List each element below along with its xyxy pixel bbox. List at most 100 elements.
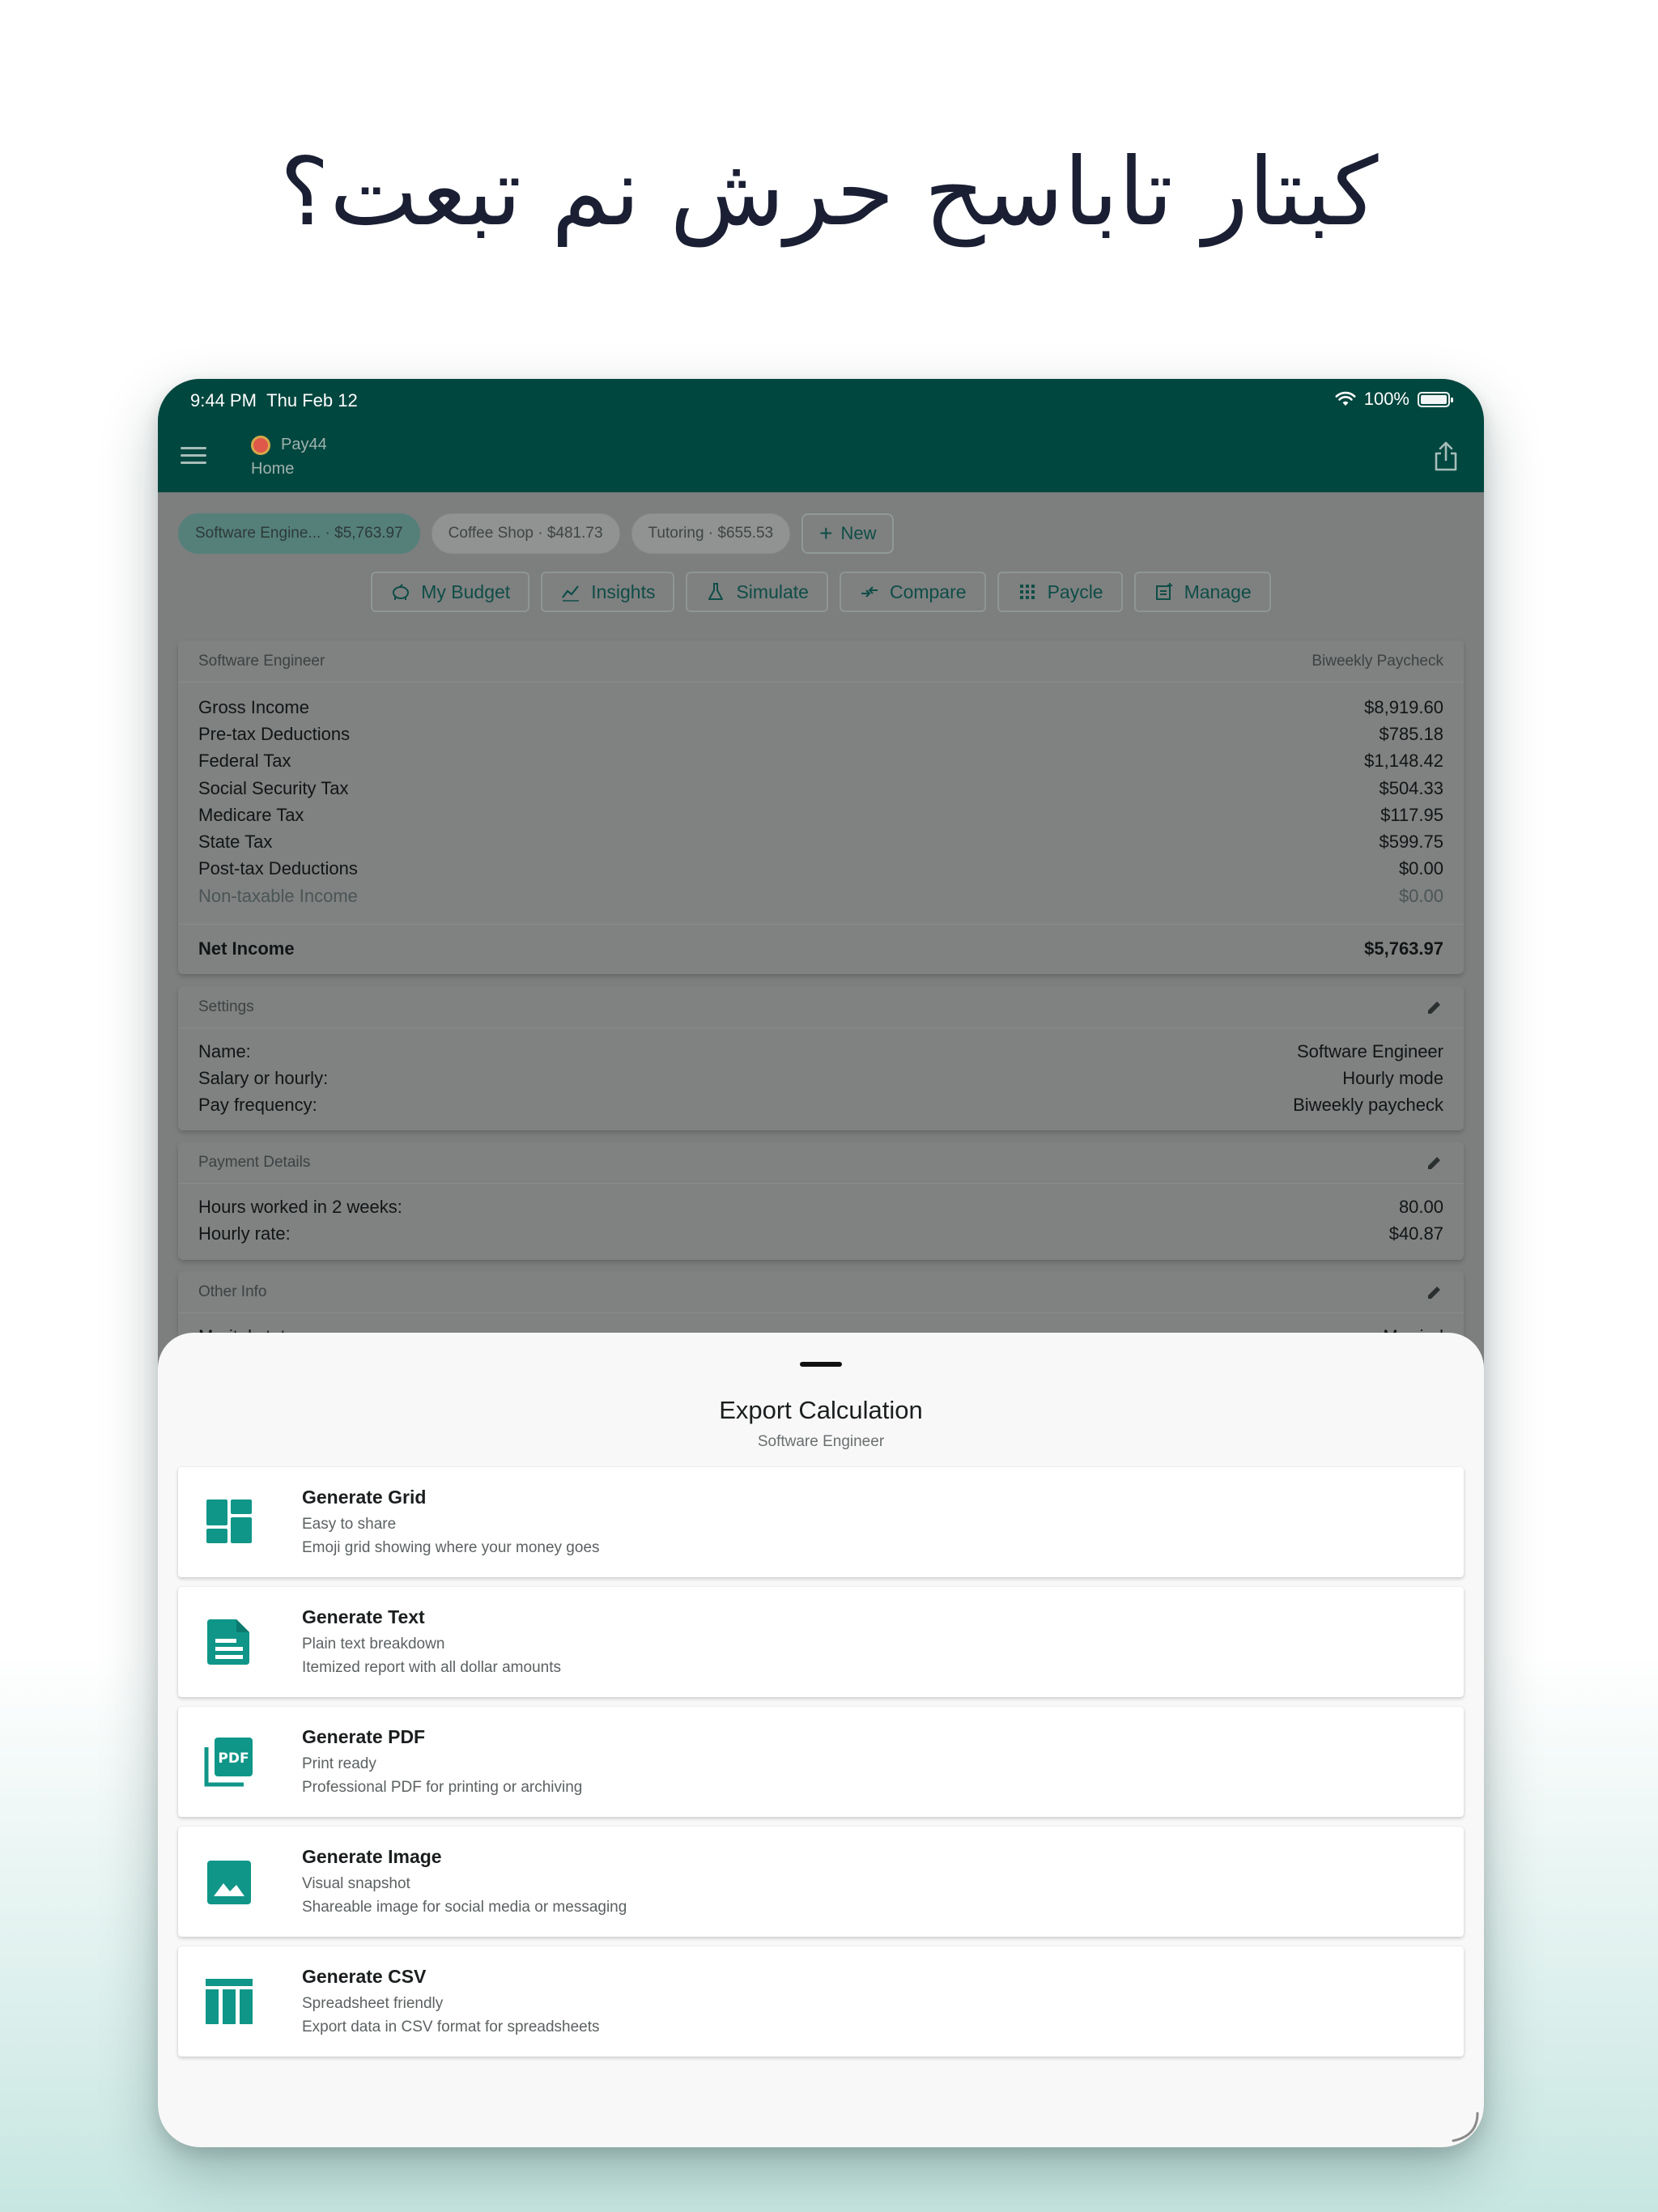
- table-icon: [206, 1979, 253, 2024]
- generate-text-option[interactable]: Generate Text Plain text breakdown Itemi…: [178, 1587, 1464, 1697]
- grid-layout-icon: [206, 1499, 252, 1543]
- settings-row: Name: Software Engineer: [198, 1040, 1443, 1061]
- text-document-icon: [207, 1619, 249, 1665]
- option-tagline: Visual snapshot: [302, 1875, 410, 1892]
- svg-text:PDF: PDF: [218, 1750, 249, 1767]
- insights-label: Insights: [591, 581, 656, 602]
- my-budget-button[interactable]: My Budget: [371, 572, 530, 612]
- simulate-button[interactable]: Simulate: [686, 572, 828, 612]
- export-bottom-sheet: Export Calculation Software Engineer Gen…: [158, 1333, 1484, 2147]
- compare-label: Compare: [889, 581, 967, 602]
- status-bar: 9:44 PM Thu Feb 12 100%: [158, 379, 1484, 421]
- option-title: Generate Text: [302, 1606, 425, 1627]
- summary-row: State Tax $599.75: [198, 832, 1443, 853]
- option-tagline: Plain text breakdown: [302, 1636, 445, 1653]
- share-icon[interactable]: [1432, 440, 1460, 473]
- resize-corner-icon: [1452, 2112, 1479, 2142]
- option-tagline: Print ready: [302, 1755, 376, 1772]
- chip-job-2[interactable]: Tutoring · $655.53: [631, 513, 791, 554]
- page-title: Home: [251, 460, 295, 478]
- option-description: Shareable image for social media or mess…: [302, 1899, 627, 1916]
- option-description: Emoji grid showing where your money goes: [302, 1539, 600, 1556]
- tablet-frame: 9:44 PM Thu Feb 12 100% Pay44 Home Softw…: [158, 379, 1484, 2147]
- promo-headline: كبتار تاباسح حرش نم تبعت؟: [279, 138, 1379, 247]
- paycle-button[interactable]: Paycle: [997, 572, 1123, 612]
- summary-header: Software Engineer Biweekly Paycheck: [178, 640, 1464, 683]
- chip-job-1[interactable]: Coffee Shop · $481.73: [431, 513, 620, 554]
- payment-row: Hours worked in 2 weeks: 80.00: [198, 1196, 1443, 1217]
- settings-card[interactable]: Settings Name: Software Engineer Salary o…: [178, 986, 1464, 1130]
- action-bar: My Budget Insights Simulate Compare Payc…: [158, 572, 1484, 612]
- summary-row: Non-taxable Income $0.00: [198, 885, 1443, 906]
- generate-grid-option[interactable]: Generate Grid Easy to share Emoji grid s…: [178, 1467, 1464, 1577]
- option-title: Generate CSV: [302, 1966, 427, 1987]
- payment-header: Payment Details: [178, 1142, 1464, 1184]
- summary-period: Biweekly Paycheck: [1312, 652, 1443, 670]
- payment-details-card[interactable]: Payment Details Hours worked in 2 weeks:…: [178, 1142, 1464, 1260]
- app-name: Pay44: [281, 436, 327, 453]
- new-job-button[interactable]: + New: [801, 513, 895, 554]
- status-right: 100%: [1335, 389, 1453, 410]
- summary-row: Social Security Tax $504.33: [198, 777, 1443, 798]
- settings-title: Settings: [198, 998, 254, 1015]
- manage-button[interactable]: Manage: [1133, 572, 1271, 612]
- job-chips: Software Engine... · $5,763.97 Coffee Sh…: [178, 513, 895, 554]
- option-title: Generate PDF: [302, 1726, 426, 1747]
- wifi-icon: [1335, 391, 1356, 406]
- insights-button[interactable]: Insights: [541, 572, 675, 612]
- generate-image-option[interactable]: Generate Image Visual snapshot Shareable…: [178, 1827, 1464, 1937]
- paycheck-summary-card[interactable]: Software Engineer Biweekly Paycheck Gros…: [178, 640, 1464, 974]
- option-tagline: Easy to share: [302, 1516, 397, 1533]
- option-description: Itemized report with all dollar amounts: [302, 1659, 561, 1676]
- sheet-subtitle: Software Engineer: [757, 1433, 885, 1450]
- settings-row: Salary or hourly: Hourly mode: [198, 1067, 1443, 1088]
- my-budget-label: My Budget: [421, 581, 511, 602]
- sheet-title: Export Calculation: [719, 1396, 923, 1424]
- edit-icon[interactable]: [1426, 1154, 1443, 1172]
- payment-row: Hourly rate: $40.87: [198, 1223, 1443, 1244]
- app-logo: [251, 436, 270, 455]
- edit-icon[interactable]: [1426, 998, 1443, 1016]
- settings-header: Settings: [178, 986, 1464, 1028]
- other-title: Other Info: [198, 1283, 267, 1300]
- app-bar: Pay44 Home: [158, 421, 1484, 492]
- payment-title: Payment Details: [198, 1153, 311, 1171]
- generate-csv-option[interactable]: Generate CSV Spreadsheet friendly Export…: [178, 1946, 1464, 2057]
- summary-row: Post-tax Deductions $0.00: [198, 858, 1443, 879]
- settings-row: Pay frequency: Biweekly paycheck: [198, 1095, 1443, 1116]
- option-title: Generate Grid: [302, 1487, 427, 1508]
- summary-row: Gross Income $8,919.60: [198, 696, 1443, 717]
- battery-percent: 100%: [1363, 389, 1409, 409]
- trend-icon: [562, 585, 580, 602]
- manage-icon: [1155, 583, 1172, 600]
- image-icon: [207, 1861, 251, 1904]
- menu-icon[interactable]: [181, 447, 206, 465]
- drag-handle[interactable]: [800, 1362, 842, 1367]
- option-tagline: Spreadsheet friendly: [302, 1995, 444, 2012]
- option-description: Export data in CSV format for spreadshee…: [302, 2018, 600, 2035]
- compare-button[interactable]: Compare: [839, 572, 986, 612]
- summary-row: Medicare Tax $117.95: [198, 804, 1443, 825]
- option-description: Professional PDF for printing or archivi…: [302, 1779, 583, 1796]
- option-title: Generate Image: [302, 1846, 442, 1867]
- summary-row: Federal Tax $1,148.42: [198, 751, 1443, 772]
- summary-row: Pre-tax Deductions $785.18: [198, 723, 1443, 744]
- simulate-label: Simulate: [736, 581, 809, 602]
- generate-pdf-option[interactable]: PDF Generate PDF Print ready Professiona…: [178, 1707, 1464, 1817]
- summary-title: Software Engineer: [198, 652, 325, 670]
- new-job-label: New: [840, 523, 877, 543]
- pdf-icon: PDF: [204, 1738, 253, 1787]
- compare-arrows-icon: [861, 586, 878, 598]
- chip-job-0[interactable]: Software Engine... · $5,763.97: [178, 513, 420, 554]
- battery-icon: [1418, 391, 1453, 407]
- flask-icon: [708, 583, 724, 600]
- net-income-row: Net Income $5,763.97: [178, 924, 1464, 972]
- piggy-bank-icon: [393, 584, 410, 600]
- status-time-date: 9:44 PM Thu Feb 12: [190, 390, 358, 410]
- manage-label: Manage: [1184, 581, 1252, 602]
- grid-icon: [1019, 585, 1035, 599]
- paycle-label: Paycle: [1047, 581, 1103, 602]
- plus-icon: +: [819, 521, 833, 546]
- other-header: Other Info: [178, 1271, 1464, 1313]
- edit-icon[interactable]: [1426, 1283, 1443, 1301]
